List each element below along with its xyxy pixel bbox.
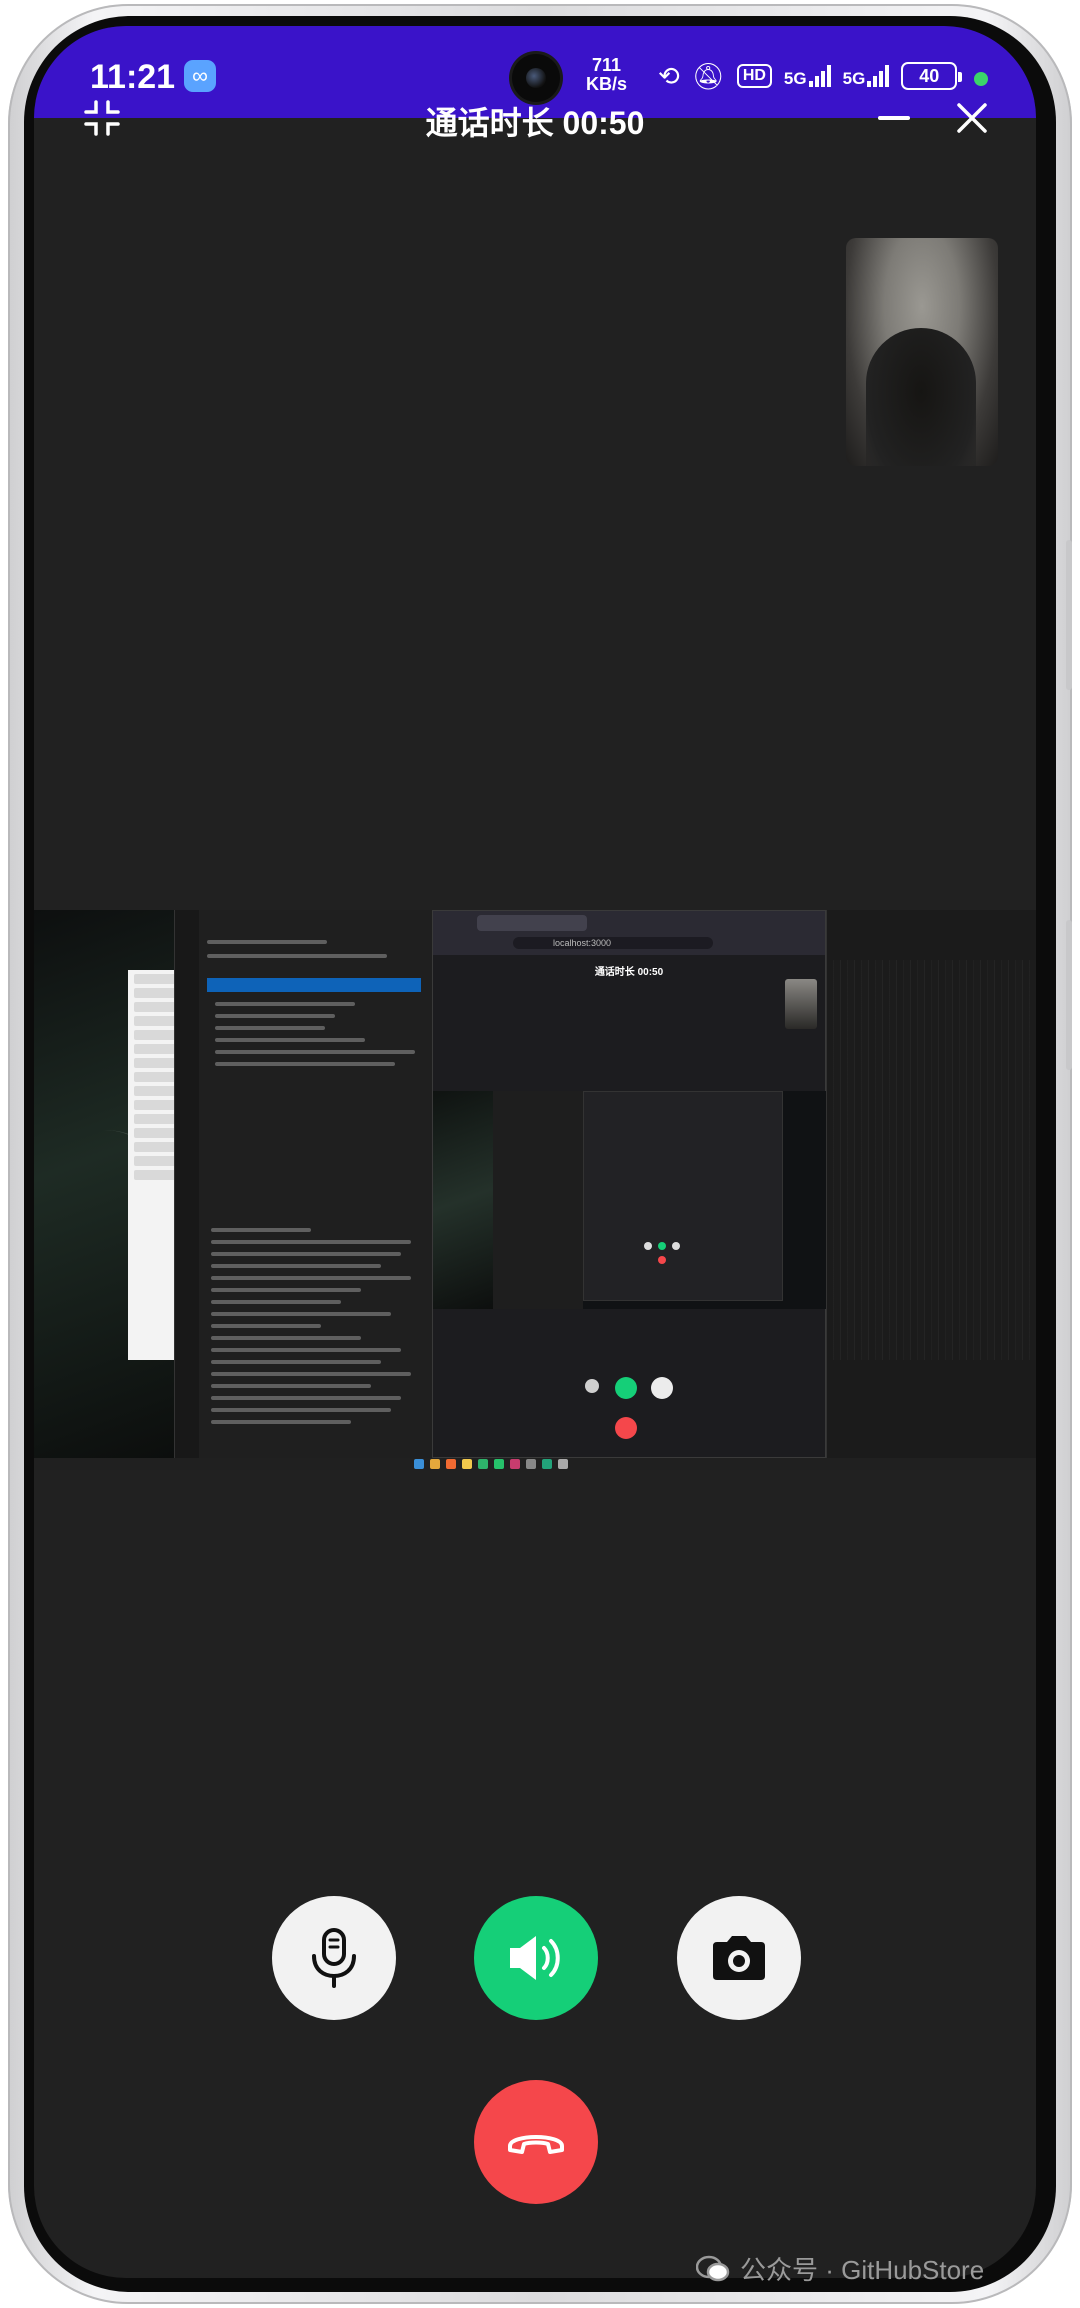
mic-icon bbox=[312, 1928, 356, 1988]
hangup-button[interactable] bbox=[474, 2080, 598, 2204]
network-speed-unit: KB/s bbox=[586, 74, 628, 94]
network-speed: 711 KB/s bbox=[586, 56, 627, 94]
local-video-preview[interactable] bbox=[846, 238, 998, 466]
call-duration-title: 通话时长 00:50 bbox=[425, 105, 645, 141]
front-camera bbox=[512, 54, 560, 102]
close-icon[interactable] bbox=[954, 100, 990, 136]
volume-button bbox=[1066, 540, 1072, 690]
power-button bbox=[1066, 920, 1072, 1070]
remote-screen-share: localhost:3000 通话时长 00:50 bbox=[34, 910, 1036, 1470]
watermark-text: 公众号 · GitHubStore bbox=[740, 2255, 985, 2285]
remote-taskbar bbox=[34, 1458, 1036, 1470]
signal-sim2: 5G bbox=[843, 65, 890, 87]
signal-bars-icon bbox=[808, 65, 831, 87]
remote-mic-icon bbox=[585, 1379, 599, 1393]
remote-terminal-pane bbox=[826, 910, 1036, 1458]
remote-speaker-icon bbox=[615, 1377, 637, 1399]
remote-call-title: 通话时长 00:50 bbox=[594, 967, 664, 978]
signal-sim1: 5G bbox=[784, 65, 831, 87]
link-app-icon: ∞ bbox=[184, 60, 216, 92]
hangup-icon bbox=[508, 2135, 564, 2154]
remote-browser-window: localhost:3000 通话时长 00:50 bbox=[432, 910, 827, 1458]
mute-button[interactable] bbox=[272, 1896, 396, 2020]
watermark: 公众号 · GitHubStore bbox=[696, 2250, 984, 2287]
remote-hangup-icon bbox=[615, 1417, 637, 1439]
status-time: 11:21 bbox=[90, 58, 176, 96]
sim2-network-type: 5G bbox=[842, 69, 866, 88]
hotspot-link-icon: ⟲ bbox=[658, 60, 680, 91]
minimize-icon[interactable] bbox=[878, 116, 910, 120]
remote-code-editor bbox=[174, 910, 432, 1458]
mute-bell-icon: 🔕︎ bbox=[691, 60, 725, 91]
switch-camera-button[interactable] bbox=[677, 1896, 801, 2020]
battery-icon: 40 bbox=[901, 62, 963, 90]
hd-voice-badge: HD bbox=[736, 64, 772, 88]
speaker-button[interactable] bbox=[474, 1896, 598, 2020]
phone-screen: 11:21 ∞ 711 KB/s ⟲ 🔕︎ HD 5G 5G 40 通话时长 0… bbox=[34, 26, 1036, 2278]
remote-browser-url: localhost:3000 bbox=[513, 937, 713, 949]
remote-local-preview bbox=[785, 979, 817, 1029]
remote-nested-screen bbox=[433, 1091, 827, 1309]
speaker-icon bbox=[510, 1936, 560, 1980]
camera-icon bbox=[713, 1936, 765, 1980]
status-icons: ⟲ 🔕︎ HD 5G 5G 40 bbox=[658, 56, 963, 96]
network-speed-value: 711 bbox=[591, 55, 622, 75]
privacy-indicator-dot bbox=[974, 72, 988, 86]
signal-bars-icon bbox=[867, 65, 890, 87]
sim1-network-type: 5G bbox=[783, 69, 807, 88]
wechat-icon bbox=[696, 2255, 730, 2281]
remote-camera-icon bbox=[651, 1377, 673, 1399]
